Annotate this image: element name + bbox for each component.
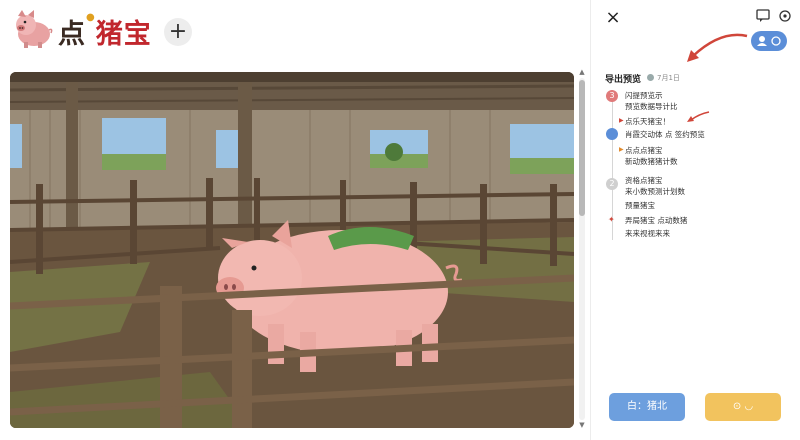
add-button[interactable]: + xyxy=(164,18,192,46)
annotation-arrow-small xyxy=(687,111,710,122)
pig-mascot-icon xyxy=(16,10,53,48)
primary-action-button[interactable]: 白：猪北 xyxy=(609,393,685,421)
step-line: 闪提预览示 xyxy=(625,91,663,100)
export-preview-panel: × 导出预览 7月1日 3 闪提预览示 预览数据导计比 ▶ 点乐天猪宝！ 肖霞交… xyxy=(590,0,800,440)
chat-icon[interactable] xyxy=(755,8,771,24)
scene-illustration xyxy=(10,72,574,428)
scroll-up-arrow[interactable]: ▲ xyxy=(577,68,587,76)
user-icon[interactable] xyxy=(751,31,787,51)
scroll-thumb[interactable] xyxy=(579,80,585,216)
close-icon[interactable]: × xyxy=(603,8,623,28)
step-line: 弄局猪宝 点动数猪 xyxy=(625,216,688,225)
step-number xyxy=(606,128,618,140)
step-number: 3 xyxy=(606,90,618,102)
app-header: 点●猪宝 + xyxy=(0,0,590,66)
step-line: 点点点猪宝 xyxy=(625,146,663,155)
pig-barn-image xyxy=(10,72,574,428)
step-line: 资格点猪宝 xyxy=(625,176,663,185)
panel-subtitle: 7月1日 xyxy=(647,73,680,83)
settings-icon[interactable] xyxy=(777,8,793,24)
scroll-down-arrow[interactable]: ▼ xyxy=(577,421,587,429)
vertical-scrollbar[interactable]: ▲ ▼ xyxy=(577,68,587,430)
step-line: 新动数猪猪计数 xyxy=(625,157,678,166)
panel-title: 导出预览 xyxy=(605,75,642,85)
info-icon xyxy=(647,74,654,81)
secondary-action-button[interactable]: ⊙ ◡ xyxy=(705,393,781,421)
annotation-arrow xyxy=(687,33,748,62)
step-line: 来小数预测计划数 xyxy=(625,187,685,196)
step-line: 点乐天猪宝！ xyxy=(625,117,670,126)
step-line: 预览数据导计比 xyxy=(625,102,678,111)
step-line: 肖霞交动体 点 签约预览 xyxy=(625,130,705,139)
step-line: 预量猪宝 xyxy=(625,201,655,210)
step-number: 2 xyxy=(606,178,618,190)
app-title: 点●猪宝 xyxy=(58,12,152,50)
step-line: 来来视视来来 xyxy=(625,229,670,238)
